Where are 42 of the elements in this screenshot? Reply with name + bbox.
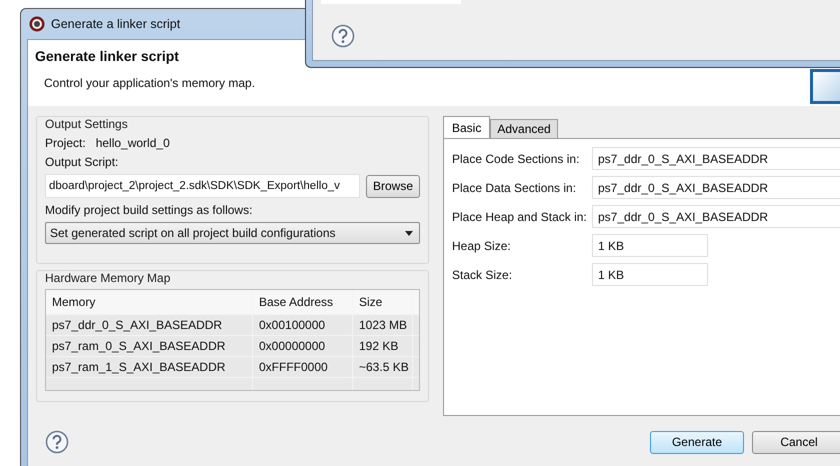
field-label: Stack Size: [452, 268, 514, 282]
modify-label: Modify project build settings as follows: [45, 203, 252, 217]
page-title: Generate linker script [35, 48, 180, 64]
field-label: Place Data Sections in: [452, 180, 578, 194]
project-name: hello_world_0 [96, 136, 170, 150]
text-field[interactable]: 1 KB [592, 234, 708, 257]
group-title: Hardware Memory Map [45, 271, 170, 285]
generate-button[interactable]: Generate [650, 430, 744, 454]
table-cell: ~63.5 KB [353, 357, 413, 377]
table-cell: 1023 MB [353, 315, 413, 335]
table-cell: 0xFFFF0000 [253, 357, 353, 377]
text-field[interactable]: ps7_ddr_0_S_AXI_BASEADDR [592, 176, 840, 199]
output-script-label: Output Script: [45, 155, 118, 169]
field-label: Place Code Sections in: [452, 152, 580, 166]
group-title: Output Settings [45, 117, 128, 131]
field-label: Heap Size: [452, 238, 512, 252]
project-label: Project: [45, 136, 86, 150]
table-cell: 0x00000000 [253, 336, 353, 356]
column-header[interactable]: Size [353, 290, 413, 314]
help-icon[interactable] [331, 24, 355, 48]
text-field[interactable]: ps7_ddr_0_S_AXI_BASEADDR [592, 147, 840, 170]
build-settings-dropdown[interactable]: Set generated script on all project build configurations [45, 222, 420, 244]
cancel-button[interactable]: Cancel [752, 430, 840, 454]
table-cell: ps7_ddr_0_S_AXI_BASEADDR [46, 315, 253, 335]
table-cell: 0x00100000 [253, 315, 353, 335]
tab[interactable]: Advanced [490, 119, 558, 138]
browse-button[interactable]: Browse [366, 174, 420, 198]
help-icon[interactable] [45, 430, 69, 454]
text-field[interactable]: 1 KB [592, 263, 708, 286]
column-header[interactable]: Base Address [253, 290, 353, 314]
table-cell: ps7_ram_1_S_AXI_BASEADDR [46, 357, 253, 377]
table-cell: ps7_ram_0_S_AXI_BASEADDR [46, 336, 253, 356]
window-title: Generate a linker script [51, 17, 180, 31]
table-cell: 192 KB [353, 336, 413, 356]
dropdown-arrow-icon [405, 230, 413, 236]
output-script-field[interactable]: dboard\project_2\project_2.sdk\SDK\SDK_Export\hello_v [45, 174, 360, 198]
field-label: Place Heap and Stack in: [452, 210, 588, 224]
tab[interactable]: Basic [443, 116, 490, 138]
column-header[interactable]: Memory [46, 290, 253, 314]
app-icon [29, 16, 45, 32]
text-field[interactable]: ps7_ddr_0_S_AXI_BASEADDR [592, 205, 840, 228]
page-subtitle: Control your application's memory map. [44, 76, 256, 90]
